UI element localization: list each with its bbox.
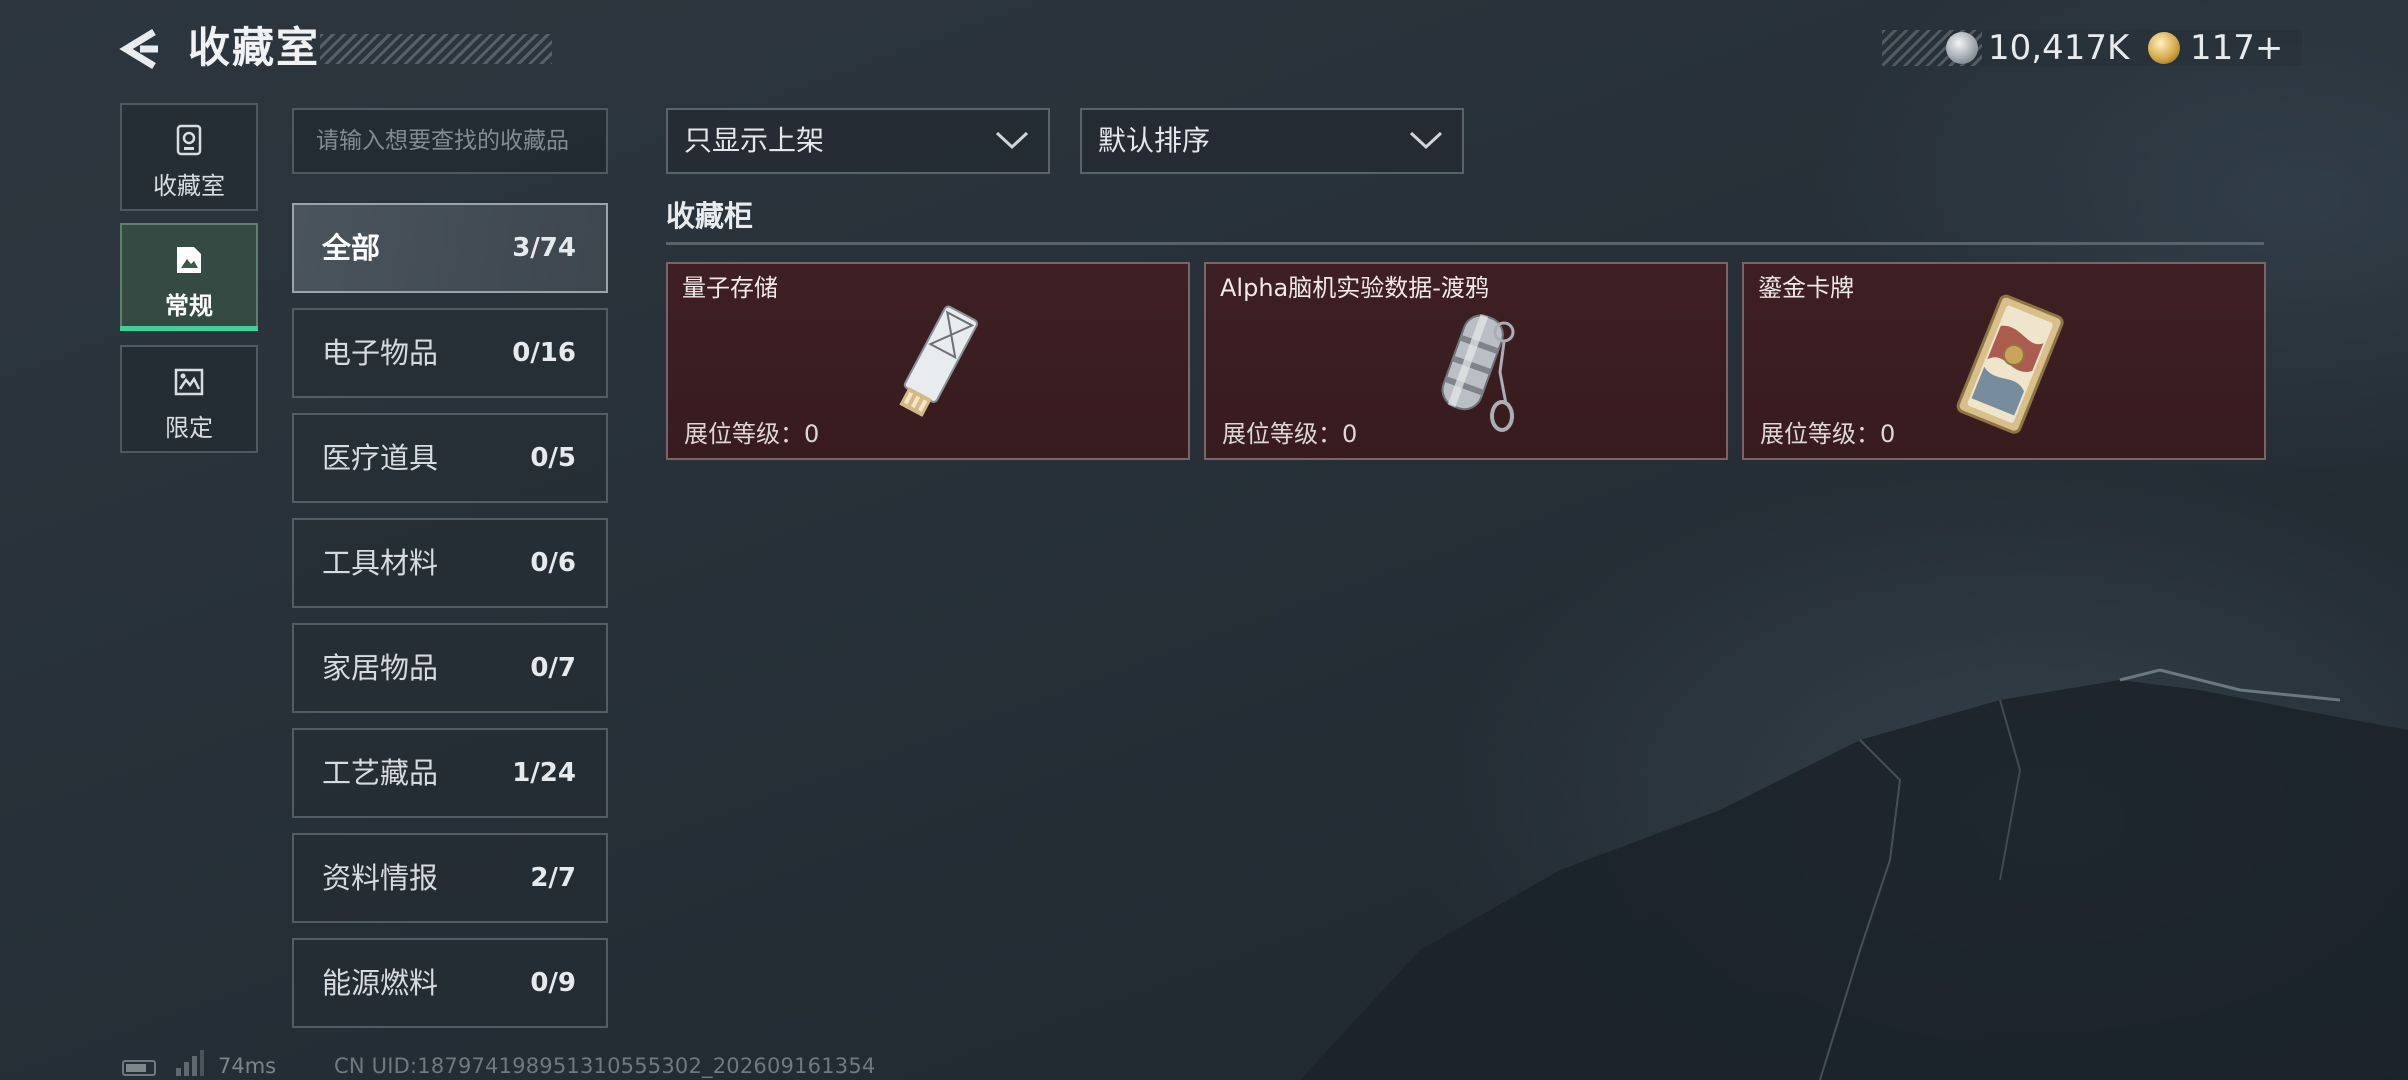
subcategory-name: 能源燃料	[322, 966, 439, 1000]
subcategory-name: 全部	[322, 231, 381, 265]
silver-coin-balance[interactable]: 10,417K	[1988, 26, 2129, 70]
subcategory-intel[interactable]: 资料情报 2/7	[292, 833, 608, 923]
gilded-card-icon	[1956, 294, 2064, 434]
limited-collection-icon	[174, 368, 204, 396]
section-heading: 收藏柜	[666, 199, 754, 233]
regular-collection-icon	[177, 247, 201, 273]
subcategory-count: 0/9	[530, 968, 576, 998]
subcategory-count: 0/7	[530, 653, 576, 683]
subcategory-medical[interactable]: 医疗道具 0/5	[292, 413, 608, 503]
subcategory-count: 2/7	[530, 863, 576, 893]
chevron-down-icon	[995, 131, 1029, 150]
subcategory-household[interactable]: 家居物品 0/7	[292, 623, 608, 713]
collection-item-card[interactable]: 鎏金卡牌 展位等级：0	[1742, 262, 2266, 460]
item-display-level: 展位等级：0	[1760, 420, 1896, 448]
subcategory-name: 家居物品	[322, 651, 439, 685]
subcategory-name: 电子物品	[322, 336, 439, 370]
chevron-down-icon	[1409, 131, 1443, 150]
signal-icon	[176, 1050, 204, 1076]
item-name: 量子存储	[682, 274, 778, 302]
subcategory-count: 3/74	[512, 233, 576, 263]
subcategory-fuel[interactable]: 能源燃料 0/9	[292, 938, 608, 1028]
silver-coin-icon	[1946, 32, 1978, 64]
gold-bond-icon	[2148, 32, 2180, 64]
subcategory-count: 0/5	[530, 443, 576, 473]
shelved-filter-dropdown[interactable]: 只显示上架	[666, 108, 1050, 174]
page-title: 收藏室	[188, 23, 321, 72]
active-tab-indicator	[120, 326, 258, 331]
background-mountain	[1300, 668, 2408, 1080]
item-name: 鎏金卡牌	[1758, 274, 1854, 302]
usb-drive-icon	[899, 305, 979, 417]
ping-readout: 74ms	[218, 1054, 277, 1078]
shelved-filter-label: 只显示上架	[684, 124, 825, 157]
subcategory-count: 1/24	[512, 758, 576, 788]
subcategory-name: 工艺藏品	[322, 756, 439, 790]
search-input[interactable]	[292, 108, 608, 174]
sort-dropdown[interactable]: 默认排序	[1080, 108, 1464, 174]
user-uid: CN UID:187974198951310555302_20260916135…	[334, 1054, 876, 1078]
subcategory-all[interactable]: 全部 3/74	[292, 203, 608, 293]
tab-limited-label: 限定	[165, 414, 213, 442]
tab-regular[interactable]: 常规	[120, 223, 258, 331]
tab-regular-label: 常规	[165, 292, 213, 320]
data-capsule-icon	[1441, 314, 1515, 432]
vault-icon	[176, 124, 202, 156]
section-divider	[666, 242, 2264, 245]
item-display-level: 展位等级：0	[684, 420, 820, 448]
tab-collection-room-label: 收藏室	[153, 172, 225, 200]
subcategory-electronics[interactable]: 电子物品 0/16	[292, 308, 608, 398]
subcategory-count: 0/6	[530, 548, 576, 578]
collection-item-card[interactable]: 量子存储 展位等级：0	[666, 262, 1190, 460]
collection-item-card[interactable]: Alpha脑机实验数据-渡鸦 展位等级：0	[1204, 262, 1728, 460]
subcategory-tools[interactable]: 工具材料 0/6	[292, 518, 608, 608]
subcategory-crafts[interactable]: 工艺藏品 1/24	[292, 728, 608, 818]
subcategory-name: 资料情报	[322, 861, 439, 895]
sort-label: 默认排序	[1098, 124, 1211, 157]
item-display-level: 展位等级：0	[1222, 420, 1358, 448]
battery-icon	[122, 1060, 156, 1076]
back-arrow-icon[interactable]	[118, 26, 164, 72]
tab-limited[interactable]: 限定	[120, 345, 258, 453]
subcategory-name: 工具材料	[322, 546, 439, 580]
gold-bond-balance[interactable]: 117+	[2190, 26, 2283, 70]
title-decoration	[320, 34, 552, 64]
tab-collection-room[interactable]: 收藏室	[120, 103, 258, 211]
subcategory-count: 0/16	[512, 338, 576, 368]
subcategory-name: 医疗道具	[322, 441, 439, 475]
